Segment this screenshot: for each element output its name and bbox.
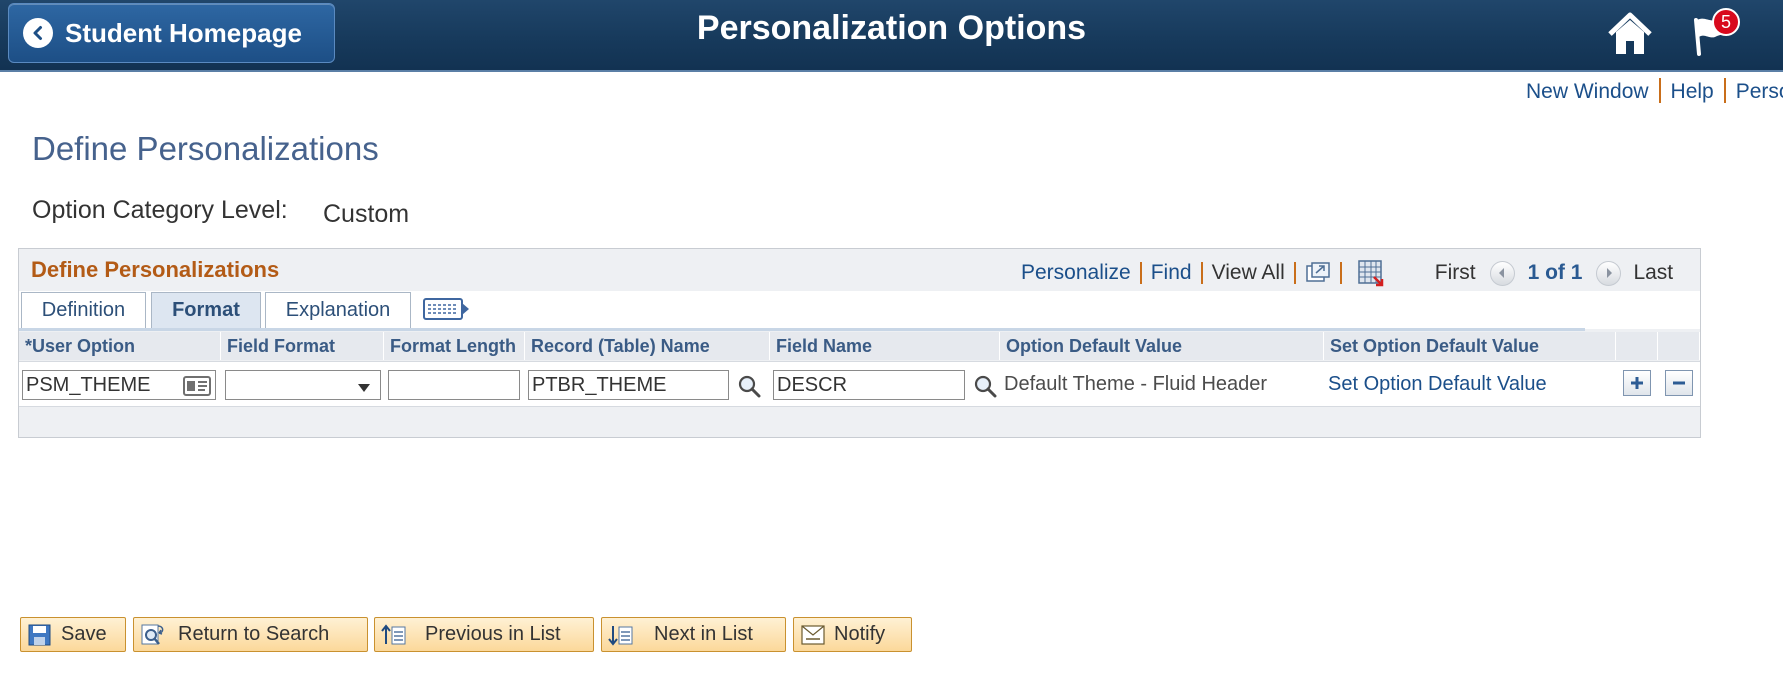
personalize-grid-link[interactable]: Personalize [1021,261,1131,285]
personalizations-grid: Define Personalizations Personalize Find… [18,248,1701,438]
tab-format[interactable]: Format [151,292,261,328]
zoom-icon[interactable] [1305,261,1331,285]
home-icon[interactable] [1607,12,1653,56]
notify-button[interactable]: Notify [793,617,912,652]
view-all-link[interactable]: View All [1212,261,1285,285]
return-to-search-label: Return to Search [178,623,330,645]
column-header-format-length: Format Length [384,332,525,360]
first-link[interactable]: First [1435,261,1476,285]
save-button[interactable]: Save [20,617,126,652]
notify-label: Notify [834,623,886,645]
nav-separator [1293,262,1296,284]
previous-in-list-label: Previous in List [425,623,561,645]
column-header-option-default-value: Option Default Value [1000,332,1324,360]
option-category-label: Option Category Level: [32,196,288,224]
notify-icon [800,623,826,647]
add-row-plus-icon[interactable] [1623,370,1651,396]
format-length-input[interactable] [388,370,520,400]
back-button-label: Student Homepage [65,17,302,48]
field-name-input[interactable]: DESCR [773,370,965,400]
column-header-record-name: Record (Table) Name [525,332,770,360]
grid-title: Define Personalizations [31,257,280,282]
previous-in-list-icon [381,623,407,647]
help-link[interactable]: Help [1671,80,1714,103]
nav-separator [1200,262,1203,284]
return-to-search-icon [140,623,166,647]
column-header-set-option-default-value: Set Option Default Value [1324,332,1616,360]
option-category-value: Custom [323,200,410,228]
save-label: Save [61,623,107,645]
return-to-search-button[interactable]: Return to Search [133,617,368,652]
dropdown-arrow-icon[interactable] [357,380,371,398]
column-header-delete [1658,332,1700,360]
link-separator [1658,78,1661,103]
tab-underline [19,328,1585,331]
save-icon [27,623,53,647]
column-header-field-format: Field Format [221,332,384,360]
top-banner: Student Homepage Personalization Options… [0,0,1783,72]
chevron-left-icon [23,18,53,48]
find-link[interactable]: Find [1151,261,1192,285]
record-name-input[interactable]: PTBR_THEME [528,370,729,400]
personalize-page-link[interactable]: Perso [1736,80,1783,103]
download-to-excel-icon[interactable] [1357,259,1385,287]
delete-row-minus-icon[interactable] [1665,370,1693,396]
top-links: New Window Help Perso [1526,78,1783,104]
row-count: 1 of 1 [1527,261,1583,284]
last-link[interactable]: Last [1633,261,1673,285]
notification-count-badge: 5 [1712,8,1740,36]
column-label: User Option [32,336,136,356]
link-separator [1723,78,1726,103]
nav-separator [1339,262,1342,284]
previous-row-arrow-icon[interactable] [1489,260,1515,286]
tab-definition[interactable]: Definition [21,292,146,328]
next-in-list-label: Next in List [654,623,753,645]
table-row: PSM_THEME PTBR_THEME DESCR Default Theme… [19,361,1700,407]
column-header-user-option: *User Option [19,332,221,360]
column-header-field-name: Field Name [770,332,1000,360]
field-name-lookup-search-icon[interactable] [973,374,997,403]
page-heading: Define Personalizations [32,130,379,167]
tab-explanation[interactable]: Explanation [265,292,411,328]
next-in-list-button[interactable]: Next in List [601,617,786,652]
set-option-default-value-link[interactable]: Set Option Default Value [1328,373,1547,396]
new-window-link[interactable]: New Window [1526,80,1649,103]
previous-in-list-button[interactable]: Previous in List [374,617,594,652]
next-in-list-icon [608,623,634,647]
nav-separator [1139,262,1142,284]
record-name-lookup-search-icon[interactable] [737,374,761,403]
column-header-add [1616,332,1658,360]
next-row-arrow-icon[interactable] [1596,260,1622,286]
back-to-student-homepage-button[interactable]: Student Homepage [8,3,335,63]
show-all-columns-icon[interactable] [422,293,470,325]
grid-navigation: Personalize Find View All First 1 of 1 L… [1021,259,1673,287]
required-marker: * [25,336,33,356]
option-default-value: Default Theme - Fluid Header [1004,373,1268,395]
user-option-prompt-card-icon[interactable] [183,376,211,401]
